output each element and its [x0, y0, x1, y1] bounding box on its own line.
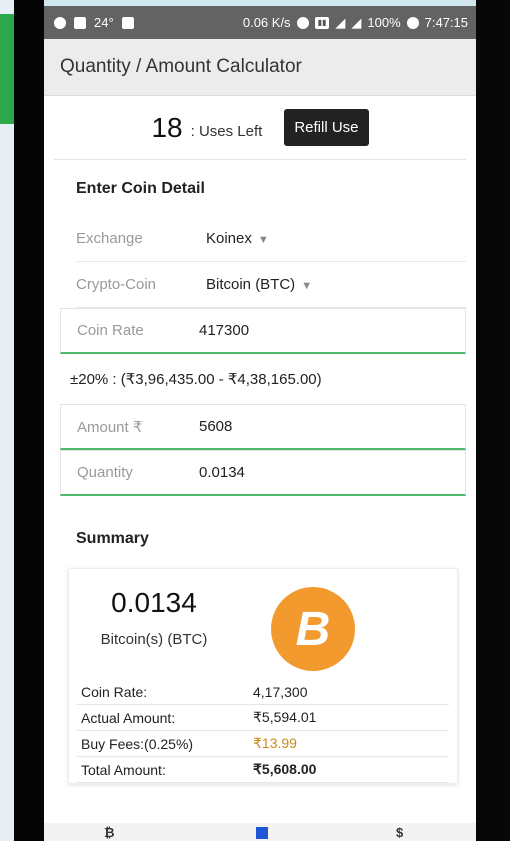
summary-quantity: 0.0134: [111, 587, 197, 618]
crypto-coin-label: Crypto-Coin: [76, 276, 157, 293]
rate-range-text: ±20% : (₹3,96,435.00 - ₹4,38,165.00): [70, 371, 322, 388]
crypto-coin-value: Bitcoin (BTC): [206, 276, 296, 293]
left-edge-strip: [0, 0, 14, 841]
table-row: Actual Amount: ₹5,594.01: [77, 705, 449, 731]
exchange-row: Exchange Koinex ▼: [76, 216, 466, 262]
amount-label: Amount ₹: [77, 418, 143, 436]
uses-label: : Uses Left: [190, 123, 263, 140]
bottom-nav: ₿ $: [44, 823, 476, 841]
summary-card: 0.0134 Bitcoin(s) (BTC) B Coin Rate: 4,1…: [68, 568, 458, 784]
left-dark-border: [14, 0, 44, 841]
dropdown-arrow-icon: ▼: [301, 280, 313, 292]
notification-dot-icon: [54, 16, 66, 29]
volte-icon: ▮▮: [314, 16, 330, 29]
data-saver-icon: [406, 16, 419, 29]
app-title: Quantity / Amount Calculator: [60, 56, 302, 77]
net-speed: 0.06 K/s: [242, 15, 291, 30]
alarm-icon: [296, 16, 309, 29]
buy-fees-key: Buy Fees:(0.25%): [81, 735, 194, 752]
status-bar: 24° 0.06 K/s ▮▮ ◢ ◢ 100% 7:47:15: [44, 6, 476, 39]
amount-value: 5608: [199, 418, 233, 435]
temperature: 24°: [94, 15, 114, 30]
left-edge-green: [0, 14, 14, 124]
dropdown-arrow-icon: ▼: [257, 234, 269, 246]
app-bar: Quantity / Amount Calculator: [44, 39, 476, 96]
table-row: Buy Fees:(0.25%) ₹13.99: [77, 731, 449, 757]
table-row: Coin Rate: 4,17,300: [77, 679, 449, 705]
coin-detail-title: Enter Coin Detail: [76, 180, 205, 197]
amount-field[interactable]: Amount ₹ 5608: [60, 404, 466, 450]
actual-amount-value: ₹5,594.01: [253, 709, 317, 725]
image-notification-icon: [74, 16, 86, 29]
summary-unit: Bitcoin(s) (BTC): [100, 631, 208, 648]
bitcoin-icon[interactable]: ₿: [104, 825, 115, 840]
check-notification-icon: [121, 16, 134, 29]
total-amount-value: ₹5,608.00: [253, 761, 317, 777]
uses-count: 18: [151, 111, 183, 143]
summary-title: Summary: [76, 530, 149, 547]
actual-amount-key: Actual Amount:: [81, 709, 176, 726]
table-row: Total Amount: ₹5,608.00: [77, 757, 449, 783]
exchange-value: Koinex: [206, 230, 252, 247]
bitcoin-logo-icon: B: [271, 587, 355, 671]
quantity-field[interactable]: Quantity 0.0134: [60, 450, 466, 496]
battery-level: 100%: [367, 15, 401, 30]
crypto-coin-row: Crypto-Coin Bitcoin (BTC) ▼: [76, 262, 466, 308]
phone-screen: 24° 0.06 K/s ▮▮ ◢ ◢ 100% 7:47:15 Quantit…: [44, 6, 476, 841]
dollar-icon[interactable]: $: [396, 825, 403, 840]
total-amount-key: Total Amount:: [81, 761, 166, 778]
bitcoin-symbol: B: [295, 602, 331, 656]
clock: 7:47:15: [424, 15, 468, 30]
summary-table: Coin Rate: 4,17,300 Actual Amount: ₹5,59…: [77, 679, 449, 783]
coin-rate-key: Coin Rate:: [81, 683, 148, 700]
exchange-label: Exchange: [76, 230, 143, 247]
calculator-icon[interactable]: [256, 827, 268, 839]
quantity-value: 0.0134: [199, 464, 245, 481]
coin-rate-value: 417300: [199, 322, 250, 339]
refill-use-button[interactable]: Refill Use: [284, 109, 369, 146]
signal-icon: ◢: [335, 14, 346, 30]
coin-rate-sum-value: 4,17,300: [253, 683, 308, 700]
exchange-select[interactable]: Koinex ▼: [206, 230, 269, 247]
crypto-coin-select[interactable]: Bitcoin (BTC) ▼: [206, 276, 312, 293]
coin-rate-label: Coin Rate: [77, 322, 144, 339]
uses-left-row: 18 : Uses Left Refill Use: [54, 96, 466, 160]
quantity-label: Quantity: [77, 464, 133, 481]
coin-rate-field[interactable]: Coin Rate 417300: [60, 308, 466, 354]
right-dark-border: [476, 0, 510, 841]
signal-4g-icon: ◢: [351, 14, 362, 30]
buy-fees-value: ₹13.99: [253, 735, 297, 751]
